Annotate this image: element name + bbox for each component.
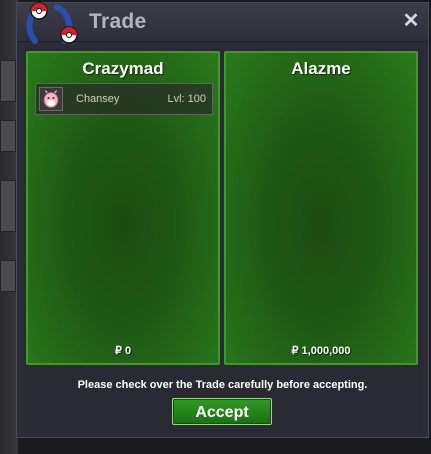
window-title: Trade: [89, 10, 147, 33]
trade-notice: Please check over the Trade carefully be…: [77, 379, 368, 391]
trade-window: Trade ✕ Crazymad Chansey Lvl: 100 ₽ 0 Al…: [16, 2, 429, 438]
background-block: [0, 180, 16, 232]
money-offer-left: ₽ 0: [114, 345, 132, 357]
trader-name-left: Crazymad: [82, 59, 164, 78]
pokeball-logo-icon: [26, 2, 78, 44]
trade-item-row[interactable]: Chansey Lvl: 100: [35, 83, 213, 115]
background-block: [0, 60, 16, 102]
close-icon[interactable]: ✕: [400, 10, 422, 32]
trade-item-name: Chansey: [76, 93, 120, 105]
trader-name-right: Alazme: [291, 59, 351, 78]
trade-item-level: Lvl: 100: [167, 93, 206, 105]
background-block: [0, 120, 16, 152]
money-offer-right: ₽ 1,000,000: [291, 345, 351, 357]
title-bar[interactable]: Trade ✕: [17, 2, 428, 44]
trade-panel-left: Crazymad Chansey Lvl: 100 ₽ 0: [26, 51, 220, 365]
chansey-icon: [39, 87, 63, 111]
background-block: [0, 260, 16, 292]
trade-content: Crazymad Chansey Lvl: 100 ₽ 0 Alazme ₽ 1…: [22, 48, 423, 433]
accept-button[interactable]: Accept: [172, 398, 272, 425]
trade-panel-right: Alazme ₽ 1,000,000: [224, 51, 418, 365]
